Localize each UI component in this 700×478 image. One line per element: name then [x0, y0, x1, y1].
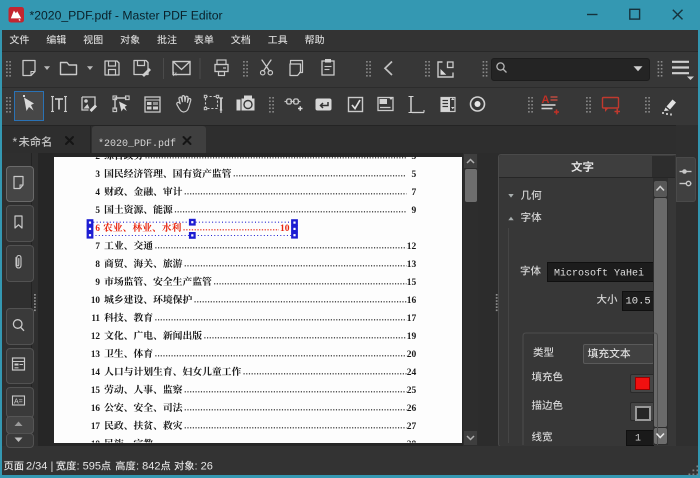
svg-text:6: 6 [95, 223, 100, 233]
svg-text:9: 9 [95, 277, 100, 287]
svg-text:3: 3 [412, 152, 417, 162]
svg-text:*2020_PDF.pdf: *2020_PDF.pdf [98, 138, 176, 150]
svg-text:16: 16 [407, 296, 417, 306]
svg-text:2/34 |: 2/34 | [26, 461, 53, 473]
svg-text:2: 2 [95, 151, 100, 161]
svg-text:Microsoft YaHei: Microsoft YaHei [554, 268, 644, 280]
svg-text:: 595: : 595 [77, 461, 101, 473]
svg-text:4: 4 [95, 187, 100, 197]
svg-text:20: 20 [407, 350, 417, 360]
svg-text:A: A [542, 94, 550, 106]
svg-text:13: 13 [407, 260, 417, 270]
svg-text:17: 17 [407, 314, 417, 324]
svg-text:16: 16 [91, 403, 101, 413]
svg-text:: 26: : 26 [195, 461, 213, 473]
svg-text:15: 15 [91, 385, 101, 395]
svg-text:*2020_PDF.pdf - Master PDF Edi: *2020_PDF.pdf - Master PDF Editor [30, 8, 223, 22]
svg-text:13: 13 [91, 349, 101, 359]
svg-text:25: 25 [407, 386, 417, 396]
svg-text:24: 24 [407, 368, 417, 378]
svg-text:10: 10 [91, 295, 101, 305]
svg-text:: 842: : 842 [136, 461, 160, 473]
svg-text:*: * [13, 135, 18, 149]
svg-text:19: 19 [407, 332, 417, 342]
svg-text:18: 18 [91, 439, 101, 449]
svg-text:A=: A= [14, 399, 23, 406]
svg-text:10.5: 10.5 [626, 296, 651, 308]
svg-text:10: 10 [280, 224, 290, 234]
svg-text:15: 15 [407, 278, 417, 288]
svg-text:3: 3 [95, 169, 100, 179]
svg-text:7: 7 [95, 241, 100, 251]
svg-text:12: 12 [407, 242, 417, 252]
svg-text:27: 27 [407, 422, 417, 432]
svg-text:1: 1 [635, 434, 641, 445]
svg-text:8: 8 [95, 259, 100, 269]
svg-text:26: 26 [407, 404, 417, 414]
svg-text:17: 17 [91, 421, 101, 431]
svg-text:11: 11 [91, 313, 100, 323]
svg-text:5: 5 [412, 170, 417, 180]
svg-text:9: 9 [412, 206, 417, 216]
svg-text:5: 5 [95, 205, 100, 215]
svg-text:28: 28 [407, 440, 417, 450]
svg-text:12: 12 [91, 331, 101, 341]
svg-text:7: 7 [412, 188, 417, 198]
svg-text:14: 14 [91, 367, 101, 377]
